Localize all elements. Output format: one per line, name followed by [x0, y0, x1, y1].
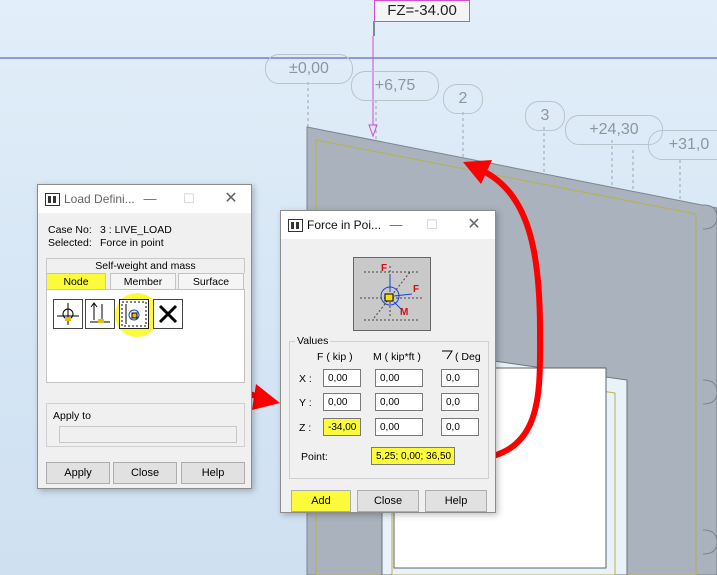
diagram-f-right-label: F: [413, 284, 420, 295]
delete-load-icon[interactable]: [153, 299, 183, 329]
add-button[interactable]: Add: [291, 490, 351, 512]
load-dialog-title: Load Defini...: [64, 192, 135, 206]
nodal-force-icon[interactable]: [53, 299, 83, 329]
angle-y-input[interactable]: 0,0: [441, 393, 479, 411]
minimize-icon[interactable]: —: [385, 215, 407, 235]
self-weight-group[interactable]: Self-weight and mass: [46, 258, 245, 273]
col-m-header: M ( kip*ft ): [373, 351, 421, 363]
values-group-title: Values: [295, 335, 331, 347]
fx-input[interactable]: 0,00: [323, 369, 361, 387]
col-f-header: F ( kip ): [317, 351, 353, 363]
force-dialog-titlebar[interactable]: Force in Poi... — ☐ ✕: [281, 211, 495, 239]
app-icon: [288, 219, 303, 232]
close-icon[interactable]: ✕: [463, 215, 485, 235]
imposed-displacement-icon[interactable]: [85, 299, 115, 329]
force-in-point-dialog: Force in Poi... — ☐ ✕ F F M Values F ( k…: [280, 210, 496, 513]
diagram-m-label: M: [400, 307, 409, 318]
apply-to-label: Apply to: [53, 410, 91, 422]
row-x-label: X :: [299, 373, 312, 385]
fz-load-label: FZ=-34.00: [374, 0, 470, 22]
selected-value: Force in point: [100, 237, 164, 249]
point-label: Point:: [301, 451, 328, 463]
mx-input[interactable]: 0,00: [375, 369, 423, 387]
force-dialog-title: Force in Poi...: [307, 218, 382, 232]
grid-label: +31,0: [648, 130, 717, 160]
help-button[interactable]: Help: [181, 462, 245, 484]
angle-z-input[interactable]: 0,0: [441, 418, 479, 436]
diagram-f-top-label: F: [381, 263, 388, 274]
apply-to-field[interactable]: [59, 426, 237, 443]
my-input[interactable]: 0,00: [375, 393, 423, 411]
apply-to-group: Apply to: [46, 403, 245, 447]
close-icon[interactable]: ✕: [220, 189, 242, 209]
node-tab-panel: [46, 289, 245, 383]
force-point-diagram: F F M: [353, 257, 431, 331]
close-button[interactable]: Close: [357, 490, 419, 512]
tab-surface[interactable]: Surface: [178, 273, 244, 290]
angle-icon: [441, 350, 453, 363]
mz-input[interactable]: 0,00: [375, 418, 423, 436]
fy-input[interactable]: 0,00: [323, 393, 361, 411]
angle-x-input[interactable]: 0,0: [441, 369, 479, 387]
tab-node[interactable]: Node: [46, 273, 106, 290]
load-definition-dialog: Load Defini... — ☐ ✕ Case No: 3 : LIVE_L…: [37, 184, 252, 489]
point-input[interactable]: 5,25; 0,00; 36,50: [371, 447, 455, 465]
maximize-icon: ☐: [183, 191, 195, 206]
grid-label: +6,75: [351, 71, 439, 101]
app-icon: [45, 193, 60, 206]
case-value: 3 : LIVE_LOAD: [100, 224, 172, 236]
grid-label: ±0,00: [265, 54, 353, 84]
apply-button[interactable]: Apply: [46, 462, 110, 484]
maximize-icon: ☐: [426, 217, 438, 232]
col-deg-header: ( Deg: [455, 351, 481, 363]
help-button[interactable]: Help: [425, 490, 487, 512]
tab-member[interactable]: Member: [110, 273, 176, 290]
close-button[interactable]: Close: [113, 462, 177, 484]
case-label: Case No:: [48, 224, 92, 236]
fz-input[interactable]: -34,00: [323, 418, 361, 436]
load-dialog-titlebar[interactable]: Load Defini... — ☐ ✕: [38, 185, 251, 213]
row-z-label: Z :: [299, 422, 312, 434]
selected-label: Selected:: [48, 237, 92, 249]
grid-label: 3: [525, 101, 565, 131]
grid-label: 2: [443, 84, 483, 114]
force-in-point-icon[interactable]: [119, 299, 149, 329]
row-y-label: Y :: [299, 397, 312, 409]
minimize-icon[interactable]: —: [139, 189, 161, 209]
